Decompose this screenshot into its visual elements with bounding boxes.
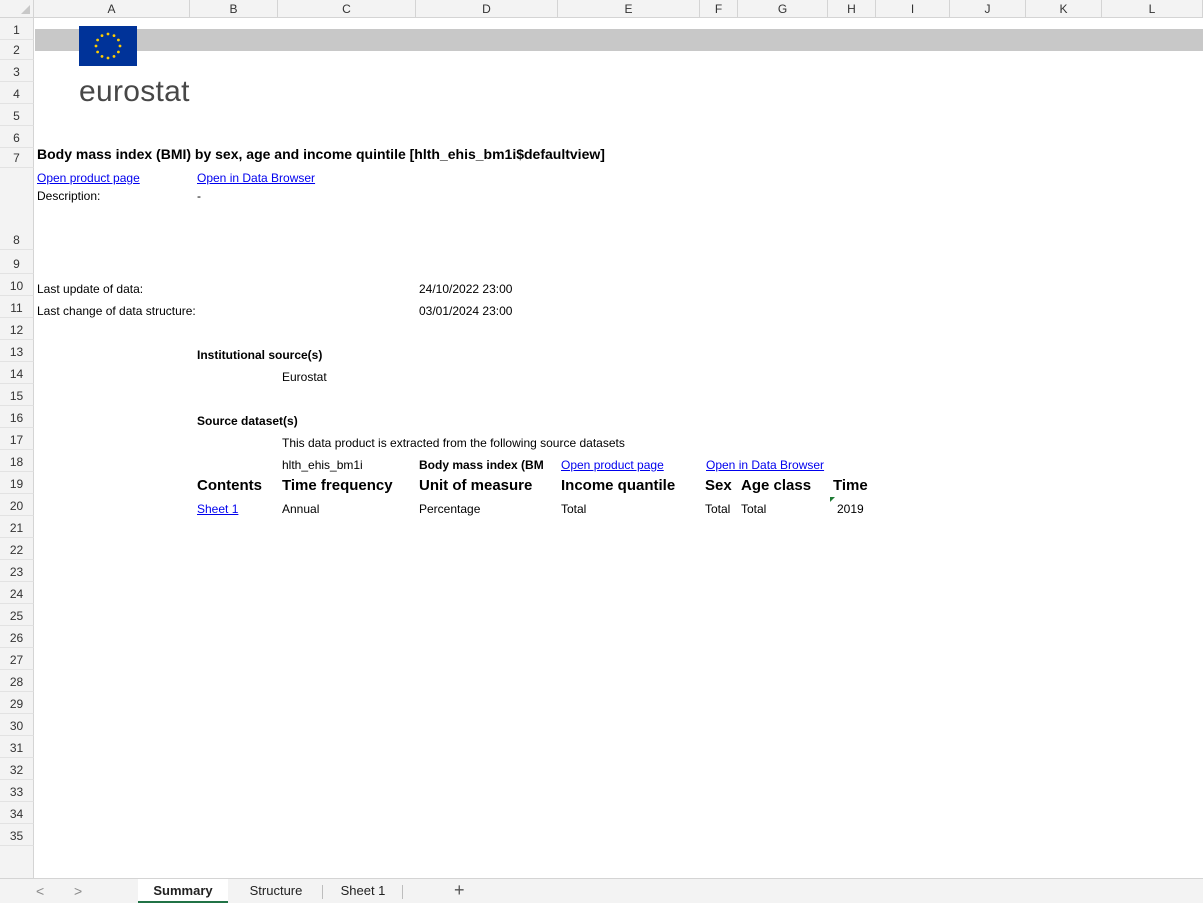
- row-header-35[interactable]: 35: [0, 824, 34, 846]
- row-header-14[interactable]: 14: [0, 362, 34, 384]
- row-header-6[interactable]: 6: [0, 126, 34, 148]
- header-income-quantile: Income quantile: [561, 477, 676, 494]
- tab-sheet-1[interactable]: Sheet 1: [330, 879, 396, 903]
- tab-separator: [322, 885, 323, 899]
- header-unit-of-measure: Unit of measure: [419, 477, 533, 494]
- institutional-source-value: Eurostat: [282, 370, 327, 384]
- column-header-a[interactable]: A: [34, 0, 190, 18]
- column-header-g[interactable]: G: [738, 0, 828, 18]
- row-header-34[interactable]: 34: [0, 802, 34, 824]
- value-time: 2019: [837, 502, 864, 516]
- contents-sheet1-link[interactable]: Sheet 1: [197, 502, 238, 516]
- row-header-10[interactable]: 10: [0, 274, 34, 296]
- tab-separator: [402, 885, 403, 899]
- select-all-corner[interactable]: [0, 0, 34, 18]
- dataset-name: Body mass index (BM: [419, 458, 544, 472]
- description-value: -: [197, 189, 201, 203]
- row-header-24[interactable]: 24: [0, 582, 34, 604]
- row-header-18[interactable]: 18: [0, 450, 34, 472]
- row-header-16[interactable]: 16: [0, 406, 34, 428]
- column-header-f[interactable]: F: [700, 0, 738, 18]
- row-header-27[interactable]: 27: [0, 648, 34, 670]
- page-title: Body mass index (BMI) by sex, age and in…: [37, 146, 605, 162]
- column-header-l[interactable]: L: [1102, 0, 1203, 18]
- eu-flag-icon: [79, 26, 137, 66]
- sheet-tab-bar: < > Summary Structure Sheet 1 +: [0, 878, 1203, 903]
- row-header-31[interactable]: 31: [0, 736, 34, 758]
- row-header-8[interactable]: 8: [0, 168, 34, 250]
- row-header-13[interactable]: 13: [0, 340, 34, 362]
- row-header-filler: [0, 846, 34, 878]
- row-header-7[interactable]: 7: [0, 148, 34, 168]
- column-header-b[interactable]: B: [190, 0, 278, 18]
- row-header-1[interactable]: 1: [0, 18, 34, 40]
- row-header-19[interactable]: 19: [0, 472, 34, 494]
- row-header-17[interactable]: 17: [0, 428, 34, 450]
- add-sheet-icon[interactable]: +: [454, 880, 465, 901]
- row-header-26[interactable]: 26: [0, 626, 34, 648]
- eurostat-logo-text: eurostat: [79, 75, 190, 108]
- open-data-browser-link[interactable]: Open in Data Browser: [197, 171, 315, 185]
- row-header-22[interactable]: 22: [0, 538, 34, 560]
- row-header-28[interactable]: 28: [0, 670, 34, 692]
- dataset-code: hlth_ehis_bm1i: [282, 458, 363, 472]
- row-header-29[interactable]: 29: [0, 692, 34, 714]
- value-income-quantile: Total: [561, 502, 587, 516]
- header-time-frequency: Time frequency: [282, 477, 393, 494]
- last-change-label: Last change of data structure:: [37, 304, 196, 318]
- column-header-e[interactable]: E: [558, 0, 700, 18]
- column-header-k[interactable]: K: [1026, 0, 1102, 18]
- last-change-value: 03/01/2024 23:00: [419, 304, 513, 318]
- description-label: Description:: [37, 189, 101, 203]
- row-header-21[interactable]: 21: [0, 516, 34, 538]
- source-datasets-heading: Source dataset(s): [197, 414, 298, 428]
- tab-structure[interactable]: Structure: [234, 879, 318, 903]
- header-sex: Sex: [705, 477, 732, 494]
- row-header-3[interactable]: 3: [0, 60, 34, 82]
- row-header-9[interactable]: 9: [0, 250, 34, 274]
- institutional-source-heading: Institutional source(s): [197, 348, 323, 362]
- value-unit-of-measure: Percentage: [419, 502, 481, 516]
- dataset-open-data-browser-link[interactable]: Open in Data Browser: [706, 458, 824, 472]
- row-header-11[interactable]: 11: [0, 296, 34, 318]
- row-header-12[interactable]: 12: [0, 318, 34, 340]
- column-header-h[interactable]: H: [828, 0, 876, 18]
- column-header-d[interactable]: D: [416, 0, 558, 18]
- row-header-2[interactable]: 2: [0, 40, 34, 60]
- value-sex: Total: [705, 502, 731, 516]
- row-header-20[interactable]: 20: [0, 494, 34, 516]
- dataset-open-product-page-link[interactable]: Open product page: [561, 458, 664, 472]
- value-age-class: Total: [741, 502, 767, 516]
- number-as-text-indicator-icon: [830, 497, 835, 502]
- row-header-30[interactable]: 30: [0, 714, 34, 736]
- select-all-triangle-icon: [21, 5, 30, 14]
- eu-stars-icon: [94, 32, 122, 60]
- value-time-frequency: Annual: [282, 502, 320, 516]
- row-header-4[interactable]: 4: [0, 82, 34, 104]
- header-time: Time: [833, 477, 868, 494]
- last-update-label: Last update of data:: [37, 282, 144, 296]
- row-header-23[interactable]: 23: [0, 560, 34, 582]
- source-datasets-intro: This data product is extracted from the …: [282, 436, 625, 450]
- row-header-33[interactable]: 33: [0, 780, 34, 802]
- open-product-page-link[interactable]: Open product page: [37, 171, 140, 185]
- last-update-value: 24/10/2022 23:00: [419, 282, 513, 296]
- row-header-15[interactable]: 15: [0, 384, 34, 406]
- header-age-class: Age class: [741, 477, 812, 494]
- row-header-25[interactable]: 25: [0, 604, 34, 626]
- scroll-tabs-left-icon[interactable]: <: [36, 883, 44, 899]
- tab-summary[interactable]: Summary: [138, 879, 228, 903]
- row-header-5[interactable]: 5: [0, 104, 34, 126]
- column-header-i[interactable]: I: [876, 0, 950, 18]
- column-header-c[interactable]: C: [278, 0, 416, 18]
- header-contents: Contents: [197, 477, 262, 494]
- scroll-tabs-right-icon[interactable]: >: [74, 883, 82, 899]
- logo-banner-bar: [35, 29, 1203, 51]
- column-header-j[interactable]: J: [950, 0, 1026, 18]
- row-header-32[interactable]: 32: [0, 758, 34, 780]
